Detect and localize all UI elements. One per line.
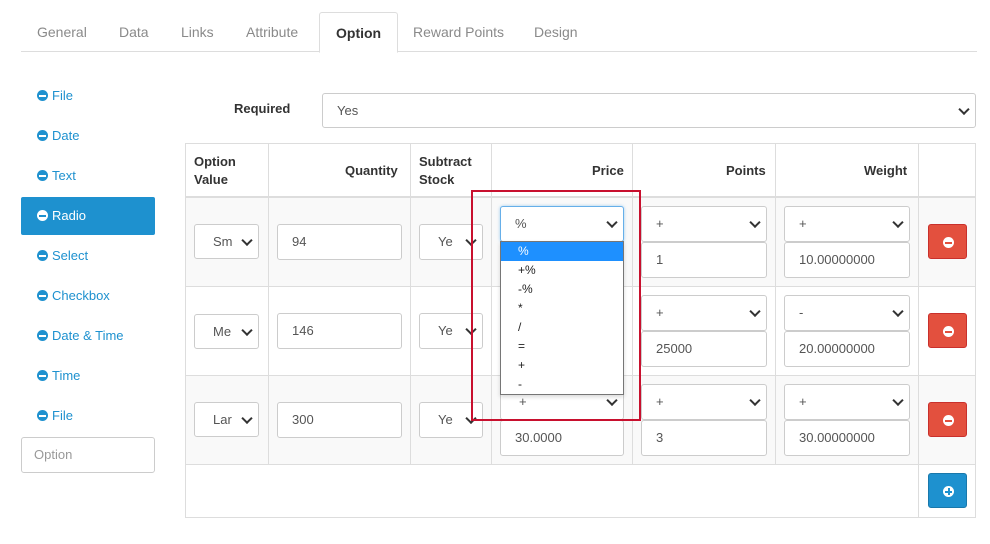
points-prefix-select[interactable]: + <box>641 295 767 331</box>
points-prefix-select[interactable]: + <box>641 384 767 420</box>
chevron-down-icon <box>241 234 253 246</box>
points-input[interactable]: 1 <box>641 242 767 278</box>
column-divider <box>268 143 269 464</box>
weight-prefix-select[interactable]: - <box>784 295 910 331</box>
sidebar-item-checkbox[interactable]: Checkbox <box>21 277 155 315</box>
sidebar-item-date-time[interactable]: Date & Time <box>21 317 155 355</box>
chevron-down-icon <box>241 324 253 336</box>
sidebar-item-file-2[interactable]: File <box>21 397 155 435</box>
price-input[interactable]: 30.0000 <box>500 420 624 456</box>
weight-prefix-select[interactable]: + <box>784 206 910 242</box>
header-price: Price <box>592 163 624 178</box>
header-points: Points <box>726 163 766 178</box>
sidebar-item-time[interactable]: Time <box>21 357 155 395</box>
option-value-select[interactable]: Sm <box>194 224 259 259</box>
quantity-input[interactable]: 94 <box>277 224 402 260</box>
required-select[interactable]: Yes <box>322 93 976 128</box>
sidebar-item-text[interactable]: Text <box>21 157 155 195</box>
required-label: Required <box>234 101 291 116</box>
remove-row-button[interactable] <box>928 224 967 259</box>
quantity-input[interactable]: 300 <box>277 402 402 438</box>
weight-input[interactable]: 30.00000000 <box>784 420 910 456</box>
header-subtract-stock: Subtract Stock <box>419 154 472 187</box>
remove-icon[interactable] <box>37 130 48 141</box>
tab-design[interactable]: Design <box>518 12 594 52</box>
chevron-down-icon <box>892 216 904 229</box>
remove-icon[interactable] <box>37 370 48 381</box>
plus-circle-icon <box>943 486 954 497</box>
sidebar-item-file[interactable]: File <box>21 77 155 115</box>
tab-links[interactable]: Links <box>165 12 230 52</box>
points-input[interactable]: 3 <box>641 420 767 456</box>
weight-input[interactable]: 10.00000000 <box>784 242 910 278</box>
header-option-value: Option Value <box>194 154 236 187</box>
option-value-select[interactable]: Me <box>194 314 259 349</box>
minus-circle-icon <box>943 326 954 337</box>
column-divider <box>775 143 776 464</box>
points-prefix-select[interactable]: + <box>641 206 767 242</box>
remove-icon[interactable] <box>37 250 48 261</box>
tab-bar: General Data Links Attribute Option Rewa… <box>21 12 977 53</box>
chevron-down-icon <box>892 305 904 318</box>
remove-icon[interactable] <box>37 170 48 181</box>
annotation-highlight-box <box>471 190 641 421</box>
add-option-value-button[interactable] <box>928 473 967 508</box>
weight-input[interactable]: 20.00000000 <box>784 331 910 367</box>
chevron-down-icon <box>749 305 761 318</box>
sidebar-item-radio[interactable]: Radio <box>21 197 155 235</box>
tab-general[interactable]: General <box>21 12 103 52</box>
tab-data[interactable]: Data <box>103 12 165 52</box>
option-value-select[interactable]: Lar <box>194 402 259 437</box>
column-divider <box>918 143 919 518</box>
chevron-down-icon <box>892 394 904 407</box>
tab-attribute[interactable]: Attribute <box>230 12 314 52</box>
tab-option[interactable]: Option <box>319 12 399 53</box>
chevron-down-icon <box>749 394 761 407</box>
points-input[interactable]: 25000 <box>641 331 767 367</box>
sidebar-item-date[interactable]: Date <box>21 117 155 155</box>
header-quantity: Quantity <box>345 163 398 178</box>
weight-prefix-select[interactable]: + <box>784 384 910 420</box>
minus-circle-icon <box>943 237 954 248</box>
remove-icon[interactable] <box>37 330 48 341</box>
quantity-input[interactable]: 146 <box>277 313 402 349</box>
column-divider <box>410 143 411 464</box>
minus-circle-icon <box>943 415 954 426</box>
remove-icon[interactable] <box>37 290 48 301</box>
remove-row-button[interactable] <box>928 402 967 437</box>
remove-icon[interactable] <box>37 210 48 221</box>
tab-reward-points[interactable]: Reward Points <box>397 12 520 52</box>
option-autocomplete-input[interactable]: Option <box>21 437 155 473</box>
chevron-down-icon <box>958 103 970 115</box>
row-divider <box>185 464 976 465</box>
sidebar-item-select[interactable]: Select <box>21 237 155 275</box>
remove-icon[interactable] <box>37 90 48 101</box>
header-weight: Weight <box>864 163 908 178</box>
remove-row-button[interactable] <box>928 313 967 348</box>
chevron-down-icon <box>241 412 253 424</box>
chevron-down-icon <box>749 216 761 229</box>
remove-icon[interactable] <box>37 410 48 421</box>
